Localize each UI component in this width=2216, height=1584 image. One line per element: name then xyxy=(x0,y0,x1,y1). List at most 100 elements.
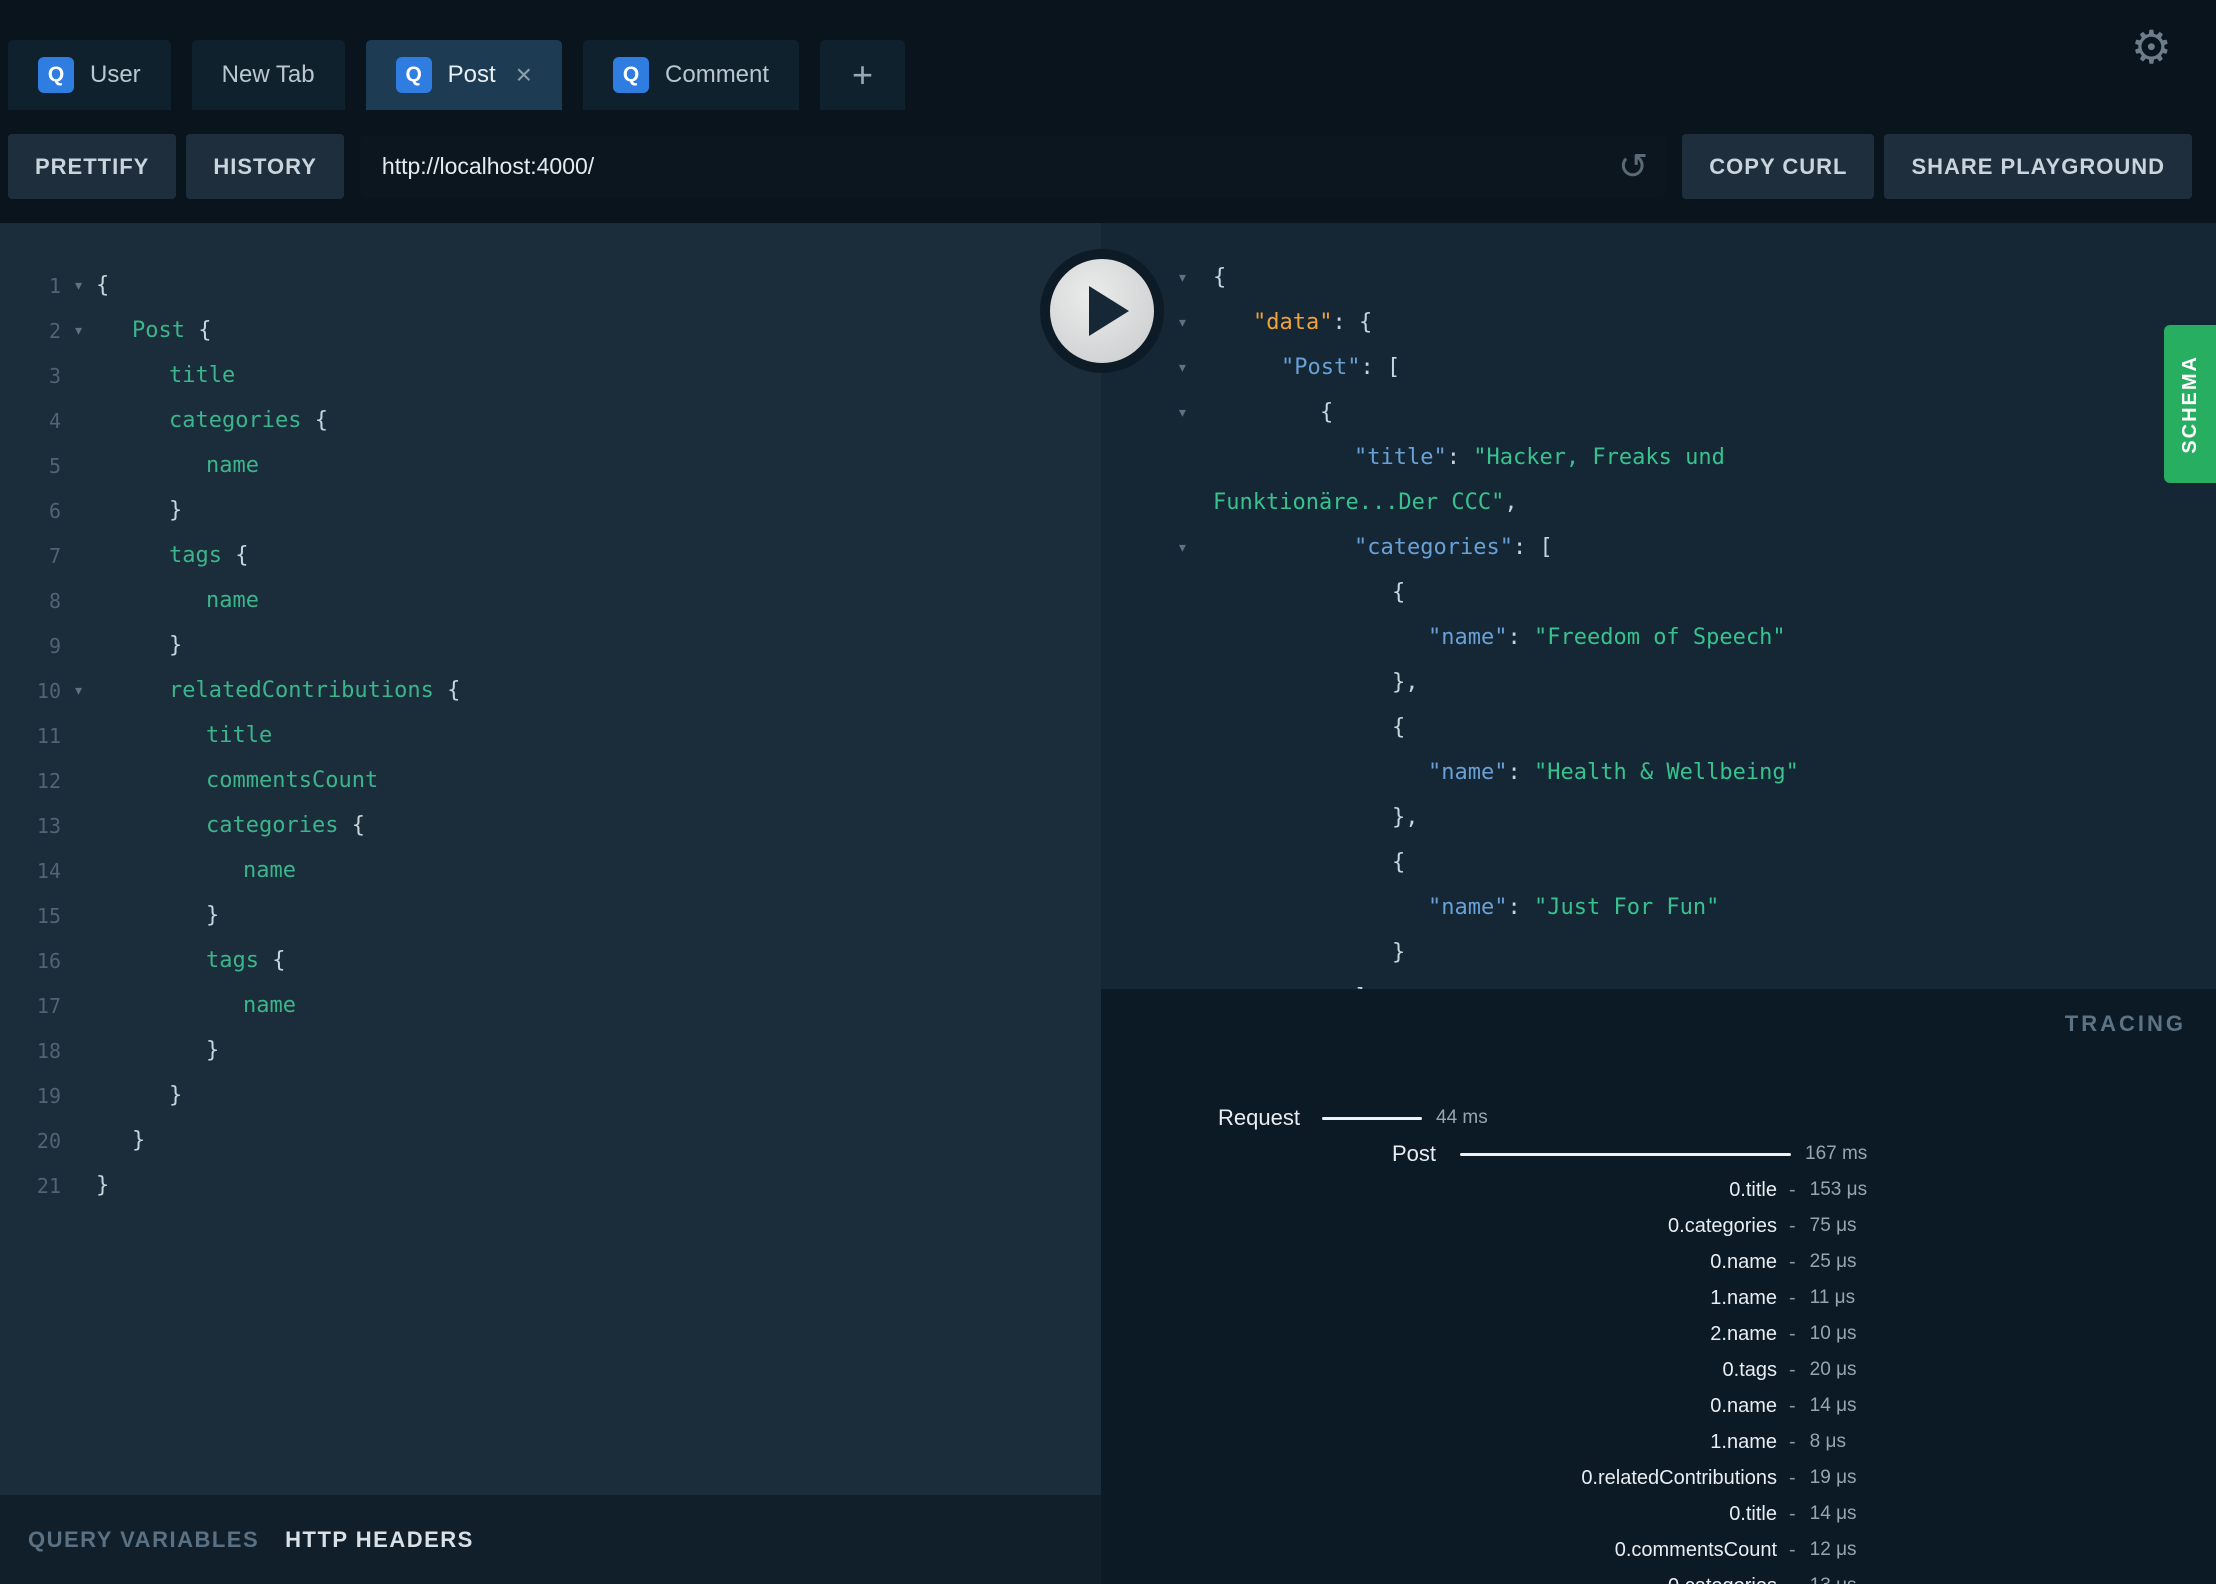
query-line: 8 name xyxy=(0,578,1101,623)
trace-value: 25 μs xyxy=(1809,1251,1857,1272)
code-token: "Post" xyxy=(1281,355,1361,380)
code-token: { xyxy=(221,543,249,568)
fold-arrow-icon[interactable]: ▾ xyxy=(61,680,96,701)
tracing-title: TRACING xyxy=(2064,1011,2186,1036)
code-token: { xyxy=(1392,715,1406,740)
new-tab-button[interactable]: + xyxy=(820,40,906,110)
code-token: , xyxy=(1504,490,1518,515)
query-code: } xyxy=(96,903,219,928)
response-line: Funktionäre...Der CCC", xyxy=(1101,480,2216,525)
query-code: title xyxy=(96,723,272,748)
response-code: { xyxy=(1213,580,1405,605)
tab-label: New Tab xyxy=(221,61,315,88)
code-token: } xyxy=(1392,940,1406,965)
code-token: { xyxy=(1392,850,1406,875)
history-button[interactable]: HISTORY xyxy=(186,134,344,199)
code-token: "name" xyxy=(1428,895,1508,920)
line-number: 8 xyxy=(48,588,61,613)
query-line: 15} xyxy=(0,893,1101,938)
line-number: 13 xyxy=(36,813,61,838)
fold-arrow-icon[interactable]: ▾ xyxy=(1101,537,1213,558)
tab-label: Post xyxy=(447,61,496,88)
trace-value: 11 μs xyxy=(1809,1287,1856,1308)
query-line: 12 commentsCount xyxy=(0,758,1101,803)
http-headers-tab[interactable]: HTTP HEADERS xyxy=(285,1527,474,1553)
fold-arrow-icon[interactable]: ▾ xyxy=(61,275,96,296)
query-line: 7 tags { xyxy=(0,533,1101,578)
line-number: 20 xyxy=(36,1128,61,1153)
code-token: Funktionäre...Der CCC" xyxy=(1213,490,1505,515)
tab-user[interactable]: Q User xyxy=(8,40,171,110)
prettify-button[interactable]: PRETTIFY xyxy=(8,134,177,199)
fold-arrow-icon[interactable]: ▾ xyxy=(1101,402,1213,423)
trace-dash: - xyxy=(1789,1538,1796,1561)
trace-dash: - xyxy=(1789,1466,1796,1489)
response-viewer[interactable]: ▾{▾ "data": {▾ "Post": [▾{"title": "Hacker… xyxy=(1101,223,2216,989)
copy-curl-button[interactable]: COPY CURL xyxy=(1682,134,1875,199)
schema-tab-label: SCHEMA xyxy=(2178,354,2201,454)
code-token: title xyxy=(206,723,273,748)
trace-dash: - xyxy=(1789,1502,1796,1525)
code-token: }, xyxy=(1392,805,1419,830)
trace-value: 13 μs xyxy=(1810,1575,1857,1584)
play-icon xyxy=(1089,286,1129,336)
trace-label: 1.name xyxy=(1710,1286,1777,1309)
code-token: Post xyxy=(132,318,185,343)
response-code: { xyxy=(1213,400,1333,425)
response-code: }, xyxy=(1213,805,1419,830)
query-code: } xyxy=(96,633,182,658)
trace-row: 1.name -11 μs xyxy=(1101,1280,2216,1316)
query-code: categories { xyxy=(96,813,365,838)
code-token: } xyxy=(169,633,183,658)
code-token: } xyxy=(169,1083,183,1108)
code-token: { xyxy=(338,813,365,838)
fold-arrow-icon[interactable]: ▾ xyxy=(61,320,96,341)
query-badge-icon: Q xyxy=(613,57,650,93)
trace-label: 0.name xyxy=(1710,1250,1777,1273)
code-token: "categories" xyxy=(1354,535,1513,560)
tracing-rows: Request 44 ms Post 167 ms 0.title -153 μs 0.ca… xyxy=(1101,989,2216,1584)
response-line: "name": "Freedom of Speech" xyxy=(1101,615,2216,660)
trace-value: 12 μs xyxy=(1809,1539,1857,1560)
trace-dash: - xyxy=(1789,1394,1796,1417)
trace-dash: - xyxy=(1789,1358,1796,1381)
trace-value: 167 ms xyxy=(1805,1143,1868,1164)
line-number: 11 xyxy=(36,723,61,748)
settings-gear-icon[interactable]: ⚙ xyxy=(2131,24,2172,70)
trace-value: 14 μs xyxy=(1809,1503,1857,1524)
query-variables-tab[interactable]: QUERY VARIABLES xyxy=(28,1527,259,1553)
trace-label: 1.name xyxy=(1710,1430,1777,1453)
query-editor[interactable]: 1 ▾{2 ▾ Post {3 title 4 categories {5 name 6} 7 ta… xyxy=(0,223,1101,1495)
response-code: Funktionäre...Der CCC", xyxy=(1213,490,1518,515)
code-token: : xyxy=(1507,895,1534,920)
code-token: "Freedom of Speech" xyxy=(1533,625,1786,650)
tab-label: User xyxy=(90,61,141,88)
schema-tab[interactable]: SCHEMA xyxy=(2164,325,2216,483)
execute-button[interactable] xyxy=(1040,249,1164,373)
code-token: { xyxy=(1392,580,1406,605)
response-line: ▾{ xyxy=(1101,390,2216,435)
trace-value: 19 μs xyxy=(1809,1467,1857,1488)
reload-icon[interactable]: ↺ xyxy=(1618,147,1648,184)
code-token: { xyxy=(433,678,461,703)
trace-label: 0.relatedContributions xyxy=(1581,1466,1777,1489)
response-code: { xyxy=(1213,265,1226,290)
query-line: 1 ▾{ xyxy=(0,263,1101,308)
code-token: } xyxy=(132,1128,146,1153)
tab-post[interactable]: Q Post × xyxy=(365,40,563,110)
trace-dash: - xyxy=(1789,1250,1796,1273)
endpoint-url-input[interactable] xyxy=(359,136,1667,197)
line-number: 18 xyxy=(36,1038,61,1063)
code-token: relatedContributions xyxy=(169,678,434,703)
tab-comment[interactable]: Q Comment xyxy=(583,40,800,110)
query-code: { xyxy=(96,273,109,298)
close-icon[interactable]: × xyxy=(516,61,532,89)
trace-dash: - xyxy=(1789,1286,1796,1309)
code-token: : [ xyxy=(1360,355,1401,380)
tab-new-tab[interactable]: New Tab xyxy=(191,40,345,110)
query-badge-icon: Q xyxy=(395,57,432,93)
code-token: } xyxy=(96,1173,110,1198)
code-token: name xyxy=(243,858,296,883)
share-playground-button[interactable]: SHARE PLAYGROUND xyxy=(1884,134,2192,199)
code-token: "name" xyxy=(1428,625,1508,650)
